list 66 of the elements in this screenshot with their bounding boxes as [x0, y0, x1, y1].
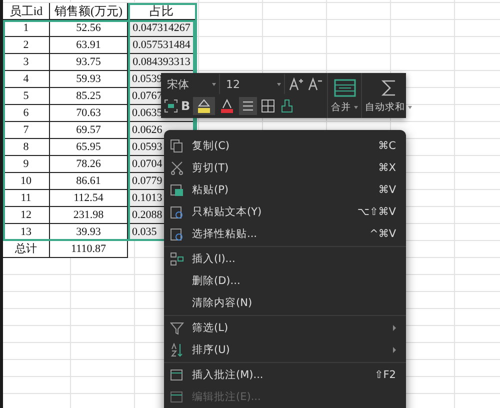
submenu-arrow-icon — [393, 325, 396, 331]
table-cell: 3 — [3, 54, 50, 71]
table-cell: 85.25 — [50, 88, 128, 105]
table-cell: 0.084393313 — [128, 54, 196, 71]
shortcut-label: ⌥⇧⌘V — [357, 206, 396, 218]
font-dropdown[interactable]: 宋体 — [164, 74, 220, 94]
table-cell: 70.63 — [50, 105, 128, 122]
borders-icon[interactable] — [260, 98, 276, 114]
comment-icon — [170, 368, 184, 382]
table-cell: 78.26 — [50, 156, 128, 173]
filter-icon — [170, 321, 184, 335]
paste-special-icon — [170, 227, 184, 241]
table-cell: 6 — [3, 105, 50, 122]
table-cell: 231.98 — [50, 207, 128, 224]
table-cell: 8 — [3, 139, 50, 156]
insert-cells-icon — [170, 252, 184, 266]
decrease-font-icon[interactable] — [307, 76, 323, 92]
table-cell: 0.057531484 — [128, 37, 196, 54]
merge-button[interactable]: 合并 — [327, 73, 361, 118]
caret-icon — [354, 106, 358, 108]
table-cell: 59.93 — [50, 71, 128, 88]
font-size-dropdown[interactable]: 12 — [223, 74, 285, 94]
increase-font-icon[interactable] — [288, 76, 304, 92]
table-cell: 12 — [3, 207, 50, 224]
sort-icon — [170, 343, 184, 357]
table-cell: 总计 — [3, 241, 50, 258]
table-cell: 10 — [3, 173, 50, 190]
caret-icon — [408, 106, 412, 108]
submenu-arrow-icon — [393, 347, 396, 353]
format-painter-icon[interactable] — [279, 98, 296, 114]
shortcut-label: ⌘C — [378, 140, 396, 152]
table-cell: 69.57 — [50, 122, 128, 139]
shortcut-label: ⇧F2 — [374, 369, 396, 381]
menu-item[interactable]: 筛选(L) — [164, 317, 406, 339]
menu-item[interactable]: 清除内容(N) — [164, 292, 406, 314]
shortcut-label: ^⌘V — [370, 228, 396, 240]
frame-icon[interactable] — [164, 99, 178, 113]
table-cell: 9 — [3, 156, 50, 173]
paste-icon — [170, 183, 184, 197]
table-cell: 11 — [3, 190, 50, 207]
table-cell: 112.54 — [50, 190, 128, 207]
table-cell: 5 — [3, 88, 50, 105]
autosum-button[interactable]: 自动求和 — [361, 73, 415, 118]
shortcut-label: ⌘X — [378, 162, 396, 174]
menu-item[interactable]: 删除(D)... — [164, 270, 406, 292]
menu-item[interactable]: 插入批注(M)... ⇧F2 — [164, 364, 406, 386]
table-cell: 7 — [3, 122, 50, 139]
fill-color-icon[interactable] — [193, 97, 216, 115]
edit-comment-icon — [170, 390, 184, 404]
table-cell: 86.61 — [50, 173, 128, 190]
column-header: 销售额(万元) — [50, 3, 128, 20]
table-cell: 65.95 — [50, 139, 128, 156]
paste-text-icon — [170, 205, 184, 219]
menu-item[interactable]: 排序(U) — [164, 339, 406, 361]
merge-cells-icon — [332, 78, 356, 98]
align-icon[interactable] — [239, 97, 258, 115]
table-cell: 4 — [3, 71, 50, 88]
shortcut-label: ⌘V — [378, 184, 396, 196]
table-cell: 93.75 — [50, 54, 128, 71]
column-header: 员工id — [3, 3, 50, 20]
menu-item[interactable]: 插入(I)... — [164, 248, 406, 270]
table-cell: 1110.87 — [50, 241, 128, 258]
table-cell: 63.91 — [50, 37, 128, 54]
copy-icon — [170, 139, 184, 153]
scissors-icon — [170, 161, 184, 175]
table-cell: 2 — [3, 37, 50, 54]
